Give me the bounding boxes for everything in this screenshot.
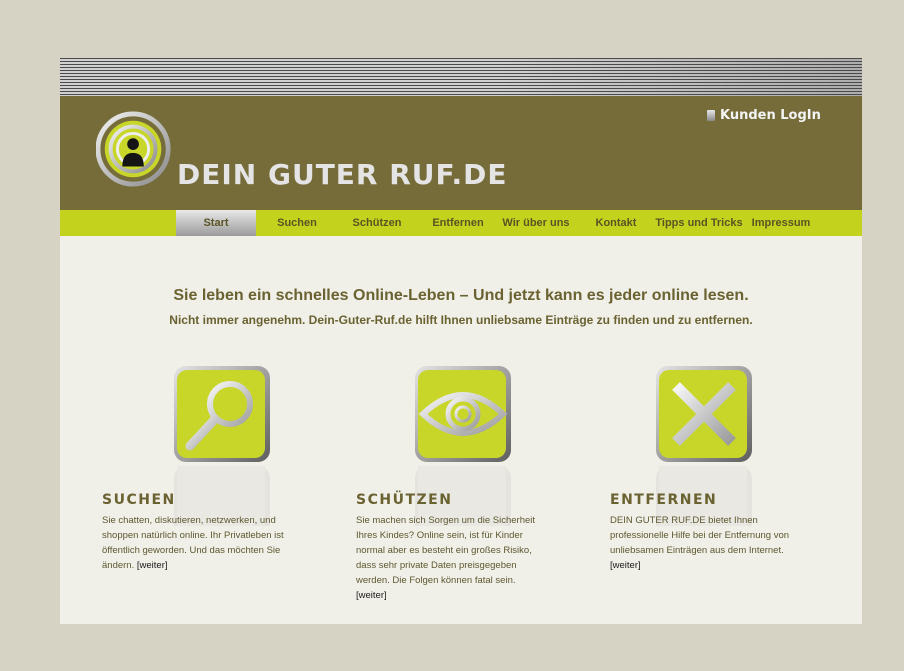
intro-headline: Sie leben ein schnelles Online-Leben – U… — [173, 287, 749, 304]
feature-text-suchen: Sie chatten, diskutieren, netzwerken, un… — [102, 515, 284, 571]
magnifier-icon[interactable] — [174, 366, 270, 462]
intro-subline: Nicht immer angenehm. Dein-Guter-Ruf.de … — [169, 313, 753, 327]
customer-login-link[interactable]: Kunden LogIn — [707, 108, 821, 123]
x-icon[interactable] — [656, 366, 752, 462]
login-icon — [707, 110, 715, 121]
eye-icon[interactable] — [415, 366, 511, 462]
weiter-link-entfernen[interactable]: [weiter] — [610, 558, 830, 573]
nav-item-suchen[interactable]: Suchen — [265, 210, 329, 236]
top-stripe-banner — [60, 58, 862, 96]
nav-item-kontakt[interactable]: Kontakt — [588, 210, 644, 236]
nav-item-tipps-und-tricks[interactable]: Tipps und Tricks — [652, 210, 746, 236]
nav-item-start[interactable]: Start — [176, 210, 256, 236]
feature-title-entfernen: ENTFERNEN — [610, 492, 718, 508]
weiter-link-suchen[interactable]: [weiter] — [137, 560, 168, 571]
nav-item-impressum[interactable]: Impressum — [748, 210, 814, 236]
feature-text-schuetzen: Sie machen sich Sorgen um die Sicherheit… — [356, 513, 576, 603]
customer-login-label: Kunden LogIn — [720, 108, 821, 123]
feature-text-entfernen: DEIN GUTER RUF.DE bietet Ihnen professio… — [610, 513, 830, 573]
site-title: DEIN GUTER RUF.DE — [177, 158, 508, 191]
page-container: DEIN GUTER RUF.DE Kunden LogIn Start Suc… — [60, 58, 862, 624]
nav-item-schuetzen[interactable]: Schützen — [343, 210, 411, 236]
main-navigation: Start Suchen Schützen Entfernen Wir über… — [60, 210, 862, 236]
nav-item-entfernen[interactable]: Entfernen — [424, 210, 492, 236]
weiter-link-schuetzen[interactable]: [weiter] — [356, 588, 576, 603]
nav-item-wir-ueber-uns[interactable]: Wir über uns — [496, 210, 576, 236]
site-logo[interactable] — [96, 110, 174, 188]
feature-title-suchen: SUCHEN — [102, 492, 176, 508]
site-header: DEIN GUTER RUF.DE Kunden LogIn — [60, 96, 862, 210]
feature-title-schuetzen: SCHÜTZEN — [356, 492, 453, 508]
